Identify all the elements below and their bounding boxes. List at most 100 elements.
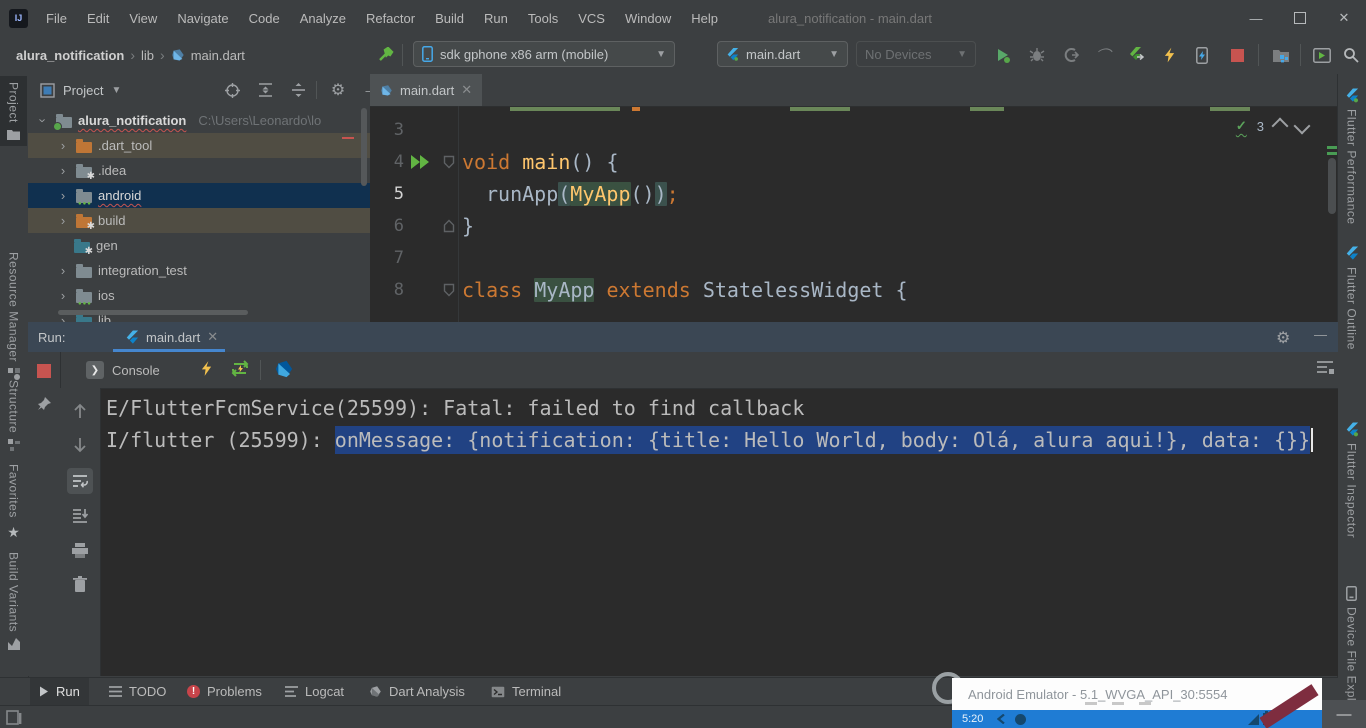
tree-item-label[interactable]: android [98, 188, 141, 203]
clear-trash-icon[interactable] [67, 571, 93, 597]
menu-build[interactable]: Build [425, 0, 474, 36]
dart-logo-icon[interactable] [274, 359, 294, 379]
tree-item-label[interactable]: build [98, 213, 125, 228]
menu-file[interactable]: File [36, 0, 77, 36]
menu-window[interactable]: Window [615, 0, 681, 36]
tool-button-run[interactable]: Run [30, 678, 89, 705]
breadcrumb-root[interactable]: alura_notification [16, 48, 124, 63]
tab-close-icon[interactable]: ✕ [461, 82, 472, 98]
tree-row-gen[interactable]: ✱ gen [28, 233, 370, 258]
tool-button-problems[interactable]: ! Problems [178, 678, 271, 705]
tree-row-idea[interactable]: › ✱ .idea [28, 158, 370, 183]
breadcrumb-dir[interactable]: lib [141, 48, 154, 63]
locate-file-icon[interactable] [224, 82, 240, 98]
no-devices-dropdown[interactable]: No Devices ▼ [856, 41, 976, 67]
stripe-flutter-inspector-button[interactable]: Flutter Inspector [1338, 422, 1365, 538]
window-close-button[interactable]: ✕ [1322, 0, 1366, 36]
chevron-collapsed-icon[interactable]: › [56, 213, 70, 228]
hot-reload-icon[interactable] [200, 360, 213, 377]
window-maximize-button[interactable] [1278, 0, 1322, 36]
tool-button-dart-analysis[interactable]: Dart Analysis [360, 678, 474, 705]
menu-refactor[interactable]: Refactor [356, 0, 425, 36]
tree-row-ios[interactable]: › ●●● ios [28, 283, 370, 308]
layout-settings-icon[interactable] [1316, 360, 1334, 376]
pin-icon[interactable] [36, 396, 52, 412]
stripe-flutter-outline-button[interactable]: Flutter Outline [1338, 246, 1365, 350]
up-stack-trace-icon[interactable] [67, 398, 93, 424]
tree-item-label[interactable]: gen [96, 238, 118, 253]
tree-root-label[interactable]: alura_notification [78, 113, 186, 128]
scroll-to-end-icon[interactable] [67, 502, 93, 528]
tool-button-logcat[interactable]: Logcat [276, 678, 353, 705]
stripe-resource-manager-button[interactable]: Resource Manager [0, 252, 27, 380]
run-config-dropdown[interactable]: main.dart ▼ [717, 41, 848, 67]
emulator-icon[interactable] [1312, 45, 1332, 65]
tree-item-label[interactable]: integration_test [98, 263, 187, 278]
settings-gear-icon[interactable]: ⚙ [330, 82, 346, 98]
print-icon[interactable] [67, 537, 93, 563]
run-tab-main-dart[interactable]: main.dart ✕ [113, 322, 230, 352]
soft-wrap-icon[interactable] [67, 468, 93, 494]
tree-item-label[interactable]: .dart_tool [98, 138, 152, 153]
tool-button-terminal[interactable]: Terminal [482, 678, 570, 705]
horizontal-scrollbar[interactable] [58, 310, 248, 315]
stripe-project-button[interactable]: Project [0, 76, 27, 146]
search-icon[interactable] [1341, 45, 1361, 65]
menu-analyze[interactable]: Analyze [290, 0, 356, 36]
run-line-icon[interactable] [409, 154, 433, 170]
tree-row-integration-test[interactable]: › integration_test [28, 258, 370, 283]
expand-all-icon[interactable] [257, 82, 273, 98]
menu-edit[interactable]: Edit [77, 0, 119, 36]
code-line-5[interactable]: 5 runApp(MyApp()); [370, 178, 1338, 210]
emulator-title-bar[interactable]: Android Emulator - 5.1_WVGA_API_30:5554 [952, 678, 1322, 710]
down-stack-trace-icon[interactable] [67, 432, 93, 458]
tree-row-dart-tool[interactable]: › .dart_tool [28, 133, 370, 158]
code-line-4[interactable]: 4 void main() { [370, 146, 1338, 178]
chevron-collapsed-icon[interactable]: › [56, 288, 70, 303]
hide-panel-icon[interactable]: — [1314, 327, 1327, 342]
next-problem-icon[interactable] [1294, 118, 1311, 135]
code-line-7[interactable]: 7 [370, 242, 1338, 274]
scrollbar-thumb[interactable] [1328, 158, 1336, 214]
stripe-structure-button[interactable]: Structure [0, 380, 27, 451]
stripe-flutter-performance-button[interactable]: Flutter Performance [1338, 88, 1365, 225]
hot-restart-icon[interactable] [230, 359, 250, 378]
stop-button[interactable] [1227, 45, 1247, 65]
console-tab[interactable]: ❯ Console [86, 357, 160, 383]
fold-marker-icon[interactable] [443, 155, 455, 169]
breadcrumb-file[interactable]: main.dart [191, 48, 245, 63]
chevron-expanded-icon[interactable]: › [36, 114, 51, 128]
stripe-favorites-button[interactable]: Favorites ★ [0, 464, 27, 541]
rerun-stop-icon[interactable] [37, 364, 51, 378]
fold-marker-icon[interactable] [443, 283, 455, 297]
menu-run[interactable]: Run [474, 0, 518, 36]
device-explorer-folder-icon[interactable] [1271, 45, 1291, 65]
fold-marker-icon[interactable] [443, 219, 455, 233]
run-button[interactable] [993, 45, 1013, 65]
prev-problem-icon[interactable] [1272, 118, 1289, 135]
tool-button-todo[interactable]: TODO [100, 678, 175, 705]
tab-close-icon[interactable]: ✕ [207, 329, 218, 345]
run-settings-gear-icon[interactable]: ⚙ [1276, 328, 1290, 348]
chevron-collapsed-icon[interactable]: › [56, 188, 70, 203]
menu-code[interactable]: Code [239, 0, 290, 36]
tool-window-toggle-icon[interactable] [6, 710, 22, 725]
vertical-scrollbar[interactable] [361, 108, 367, 186]
editor-tab-main-dart[interactable]: main.dart ✕ [370, 74, 482, 106]
tree-item-label[interactable]: .idea [98, 163, 126, 178]
device-selector-dropdown[interactable]: sdk gphone x86 arm (mobile) ▼ [413, 41, 675, 67]
chevron-collapsed-icon[interactable]: › [56, 138, 70, 153]
flutter-attach-icon[interactable] [1126, 45, 1146, 65]
emulator-side-panel[interactable]: — [1322, 700, 1366, 728]
tree-row-build[interactable]: › ✱ build [28, 208, 370, 233]
inspections-widget[interactable]: ✓ 3 [1236, 118, 1308, 134]
selected-console-text[interactable]: onMessage: {notification: {title: Hello … [335, 426, 1310, 454]
menu-navigate[interactable]: Navigate [167, 0, 238, 36]
build-hammer-icon[interactable] [376, 45, 396, 65]
code-line-6[interactable]: 6 } [370, 210, 1338, 242]
tree-row-android[interactable]: › ●●● android [28, 183, 370, 208]
hot-reload-button[interactable] [1159, 45, 1179, 65]
chevron-collapsed-icon[interactable]: › [56, 163, 70, 178]
devtools-phone-icon[interactable] [1192, 45, 1212, 65]
code-line-8[interactable]: 8 class MyApp extends StatelessWidget { [370, 274, 1338, 306]
